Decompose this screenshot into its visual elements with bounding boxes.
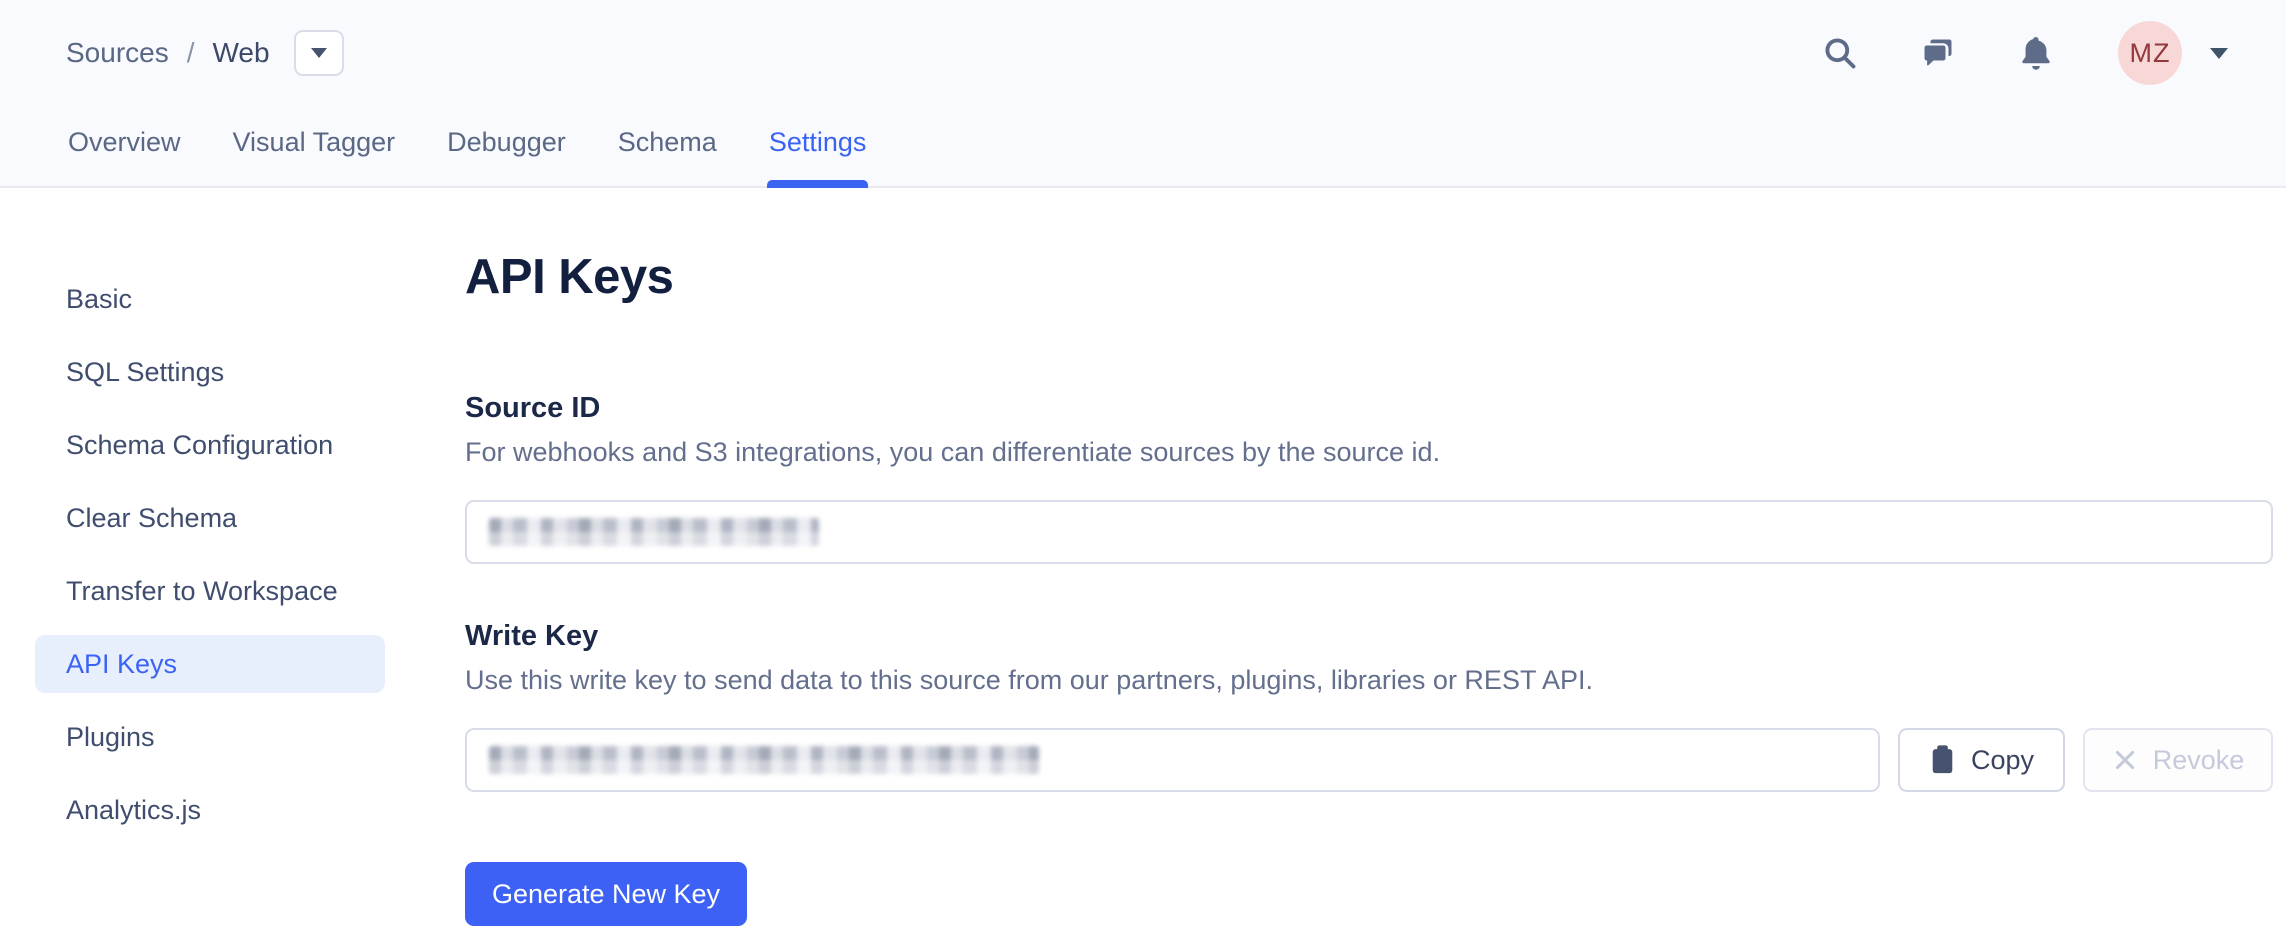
- tab-settings[interactable]: Settings: [767, 127, 869, 186]
- sidebar-item-plugins[interactable]: Plugins: [35, 708, 385, 766]
- api-keys-panel: API Keys Source ID For webhooks and S3 i…: [465, 188, 2273, 926]
- source-id-redacted-value: [489, 518, 819, 546]
- sidebar-item-transfer-to-workspace[interactable]: Transfer to Workspace: [35, 562, 385, 620]
- breadcrumb-sources-link[interactable]: Sources: [66, 37, 169, 69]
- app-window: Sources / Web: [0, 0, 2286, 914]
- settings-sidebar: Basic SQL Settings Schema Configuration …: [0, 188, 465, 926]
- tab-schema[interactable]: Schema: [616, 127, 719, 186]
- write-key-heading: Write Key: [465, 620, 2273, 653]
- revoke-button-label: Revoke: [2153, 745, 2245, 776]
- sidebar-item-api-keys[interactable]: API Keys: [35, 635, 385, 693]
- bell-icon: [2017, 34, 2055, 72]
- source-tabs: Overview Visual Tagger Debugger Schema S…: [0, 127, 2286, 186]
- search-icon: [1822, 35, 1858, 71]
- breadcrumb-current-source: Web: [213, 37, 270, 69]
- page-header: Sources / Web: [0, 0, 2286, 188]
- header-actions: MZ: [1820, 21, 2228, 85]
- source-id-input[interactable]: [465, 500, 2273, 564]
- chat-icon: [1920, 35, 1956, 71]
- x-icon: [2112, 747, 2138, 773]
- write-key-section: Write Key Use this write key to send dat…: [465, 620, 2273, 926]
- write-key-row: Copy Revoke: [465, 728, 2273, 792]
- source-id-heading: Source ID: [465, 392, 2273, 425]
- sidebar-item-clear-schema[interactable]: Clear Schema: [35, 489, 385, 547]
- sidebar-item-schema-configuration[interactable]: Schema Configuration: [35, 416, 385, 474]
- revoke-button[interactable]: Revoke: [2083, 728, 2273, 792]
- user-menu[interactable]: MZ: [2118, 21, 2228, 85]
- tab-visual-tagger[interactable]: Visual Tagger: [231, 127, 398, 186]
- top-bar: Sources / Web: [0, 0, 2286, 88]
- source-id-description: For webhooks and S3 integrations, you ca…: [465, 437, 2273, 468]
- copy-button-label: Copy: [1971, 745, 2034, 776]
- sidebar-item-analytics-js[interactable]: Analytics.js: [35, 781, 385, 839]
- generate-new-key-button[interactable]: Generate New Key: [465, 862, 747, 926]
- write-key-redacted-value: [489, 746, 1039, 774]
- caret-down-icon: [311, 48, 327, 58]
- clipboard-icon: [1929, 745, 1956, 775]
- write-key-description: Use this write key to send data to this …: [465, 665, 2273, 696]
- tab-overview[interactable]: Overview: [66, 127, 183, 186]
- copy-button[interactable]: Copy: [1898, 728, 2065, 792]
- page-body: Basic SQL Settings Schema Configuration …: [0, 188, 2286, 926]
- source-switcher-button[interactable]: [294, 30, 344, 76]
- breadcrumb-separator: /: [187, 37, 195, 69]
- sidebar-item-sql-settings[interactable]: SQL Settings: [35, 343, 385, 401]
- page-title: API Keys: [465, 250, 2273, 304]
- source-id-section: Source ID For webhooks and S3 integratio…: [465, 392, 2273, 564]
- tab-debugger[interactable]: Debugger: [445, 127, 568, 186]
- avatar[interactable]: MZ: [2118, 21, 2182, 85]
- search-button[interactable]: [1820, 33, 1860, 73]
- avatar-initials: MZ: [2130, 38, 2171, 69]
- notifications-button[interactable]: [2016, 33, 2056, 73]
- write-key-input[interactable]: [465, 728, 1880, 792]
- sidebar-item-basic[interactable]: Basic: [35, 270, 385, 328]
- messages-button[interactable]: [1918, 33, 1958, 73]
- breadcrumb: Sources / Web: [66, 30, 344, 76]
- caret-down-icon: [2210, 48, 2228, 59]
